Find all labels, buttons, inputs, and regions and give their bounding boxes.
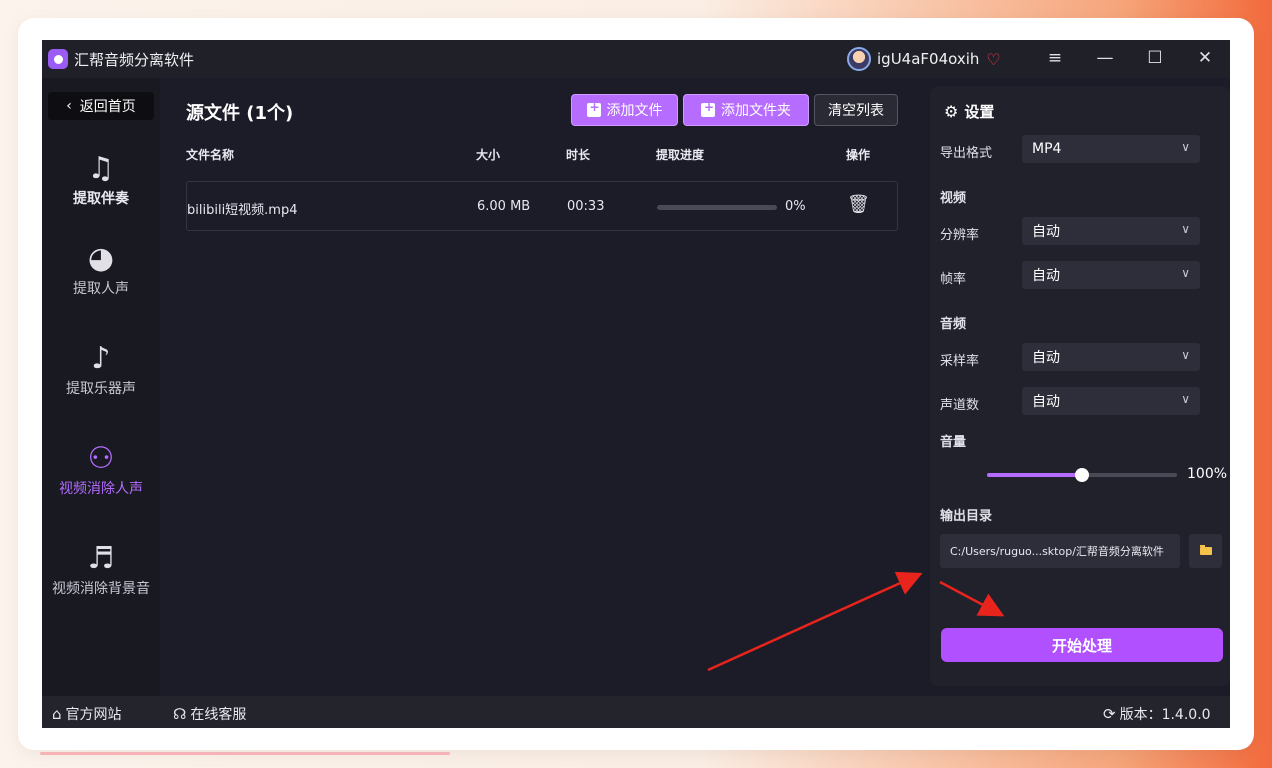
chevron-down-icon: ∨ — [1181, 140, 1190, 154]
vip-diamond-icon[interactable]: ♡ — [986, 50, 1000, 69]
channels-select[interactable]: 自动 ∨ — [1022, 387, 1200, 415]
volume-slider-fill — [987, 473, 1082, 477]
status-bar: ⌂ 官方网站 ☊ 在线客服 ⟳ 版本：1.4.0.0 — [42, 696, 1230, 728]
user-account[interactable]: igU4aF04oxih ♡ — [847, 47, 1001, 71]
decorative-line — [40, 752, 450, 755]
samplerate-select[interactable]: 自动 ∨ — [1022, 343, 1200, 371]
trash-icon[interactable]: 🗑 — [847, 194, 870, 215]
sidebar-item-extract-vocals[interactable]: ◕ 提取人声 — [42, 242, 160, 298]
volume-slider[interactable] — [987, 468, 1177, 482]
refresh-icon: ⟳ — [1103, 705, 1116, 723]
output-dir-field[interactable]: C:/Users/ruguo...sktop/汇帮音频分离软件 — [940, 534, 1180, 568]
back-home-label: 返回首页 — [79, 99, 136, 115]
maximize-button[interactable]: ☐ — [1143, 48, 1167, 68]
framerate-value: 自动 — [1032, 268, 1060, 284]
framerate-select[interactable]: 自动 ∨ — [1022, 261, 1200, 289]
start-processing-button[interactable]: 开始处理 — [941, 628, 1223, 662]
chevron-down-icon: ∨ — [1181, 222, 1190, 236]
menu-icon[interactable]: ≡ — [1043, 48, 1067, 68]
voice-icon: ◕ — [87, 241, 115, 276]
close-button[interactable]: ✕ — [1193, 48, 1217, 68]
app-title: 汇帮音频分离软件 — [74, 51, 195, 69]
file-panel: 源文件 (1个) 添加文件 添加文件夹 清空列表 文件名称 大小 时长 提取进度… — [168, 86, 908, 692]
minimize-button[interactable]: — — [1093, 48, 1117, 68]
add-file-icon — [586, 100, 601, 117]
file-size: 6.00 MB — [477, 199, 531, 214]
column-header-action: 操作 — [846, 148, 871, 162]
title-bar: 汇帮音频分离软件 igU4aF04oxih ♡ ≡ — ☐ ✕ — [42, 40, 1230, 78]
avatar[interactable] — [847, 47, 871, 71]
settings-title-label: 设置 — [964, 103, 995, 121]
music-note-icon: ♫ — [87, 151, 115, 186]
sidebar-item-remove-vocals[interactable]: ⚇ 视频消除人声 — [42, 442, 160, 498]
channels-value: 自动 — [1032, 394, 1060, 410]
export-format-value: MP4 — [1032, 141, 1062, 157]
music-mute-icon: ♬ — [87, 541, 115, 576]
browse-folder-button[interactable] — [1189, 534, 1222, 568]
file-duration: 00:33 — [567, 199, 605, 214]
user-name[interactable]: igU4aF04oxih — [877, 50, 979, 68]
chevron-down-icon: ∨ — [1181, 348, 1190, 362]
app-logo-icon — [48, 49, 68, 69]
sidebar: ‹ 返回首页 ♫ 提取伴奏 ◕ 提取人声 ♪ 提取乐器声 ⚇ 视频消除人声 ♬ … — [42, 78, 160, 696]
resolution-label: 分辨率 — [940, 228, 980, 243]
clear-list-button[interactable]: 清空列表 — [814, 94, 898, 126]
volume-slider-handle[interactable] — [1075, 468, 1089, 482]
add-file-button[interactable]: 添加文件 — [571, 94, 678, 126]
page-title: 源文件 (1个) — [186, 103, 294, 124]
sidebar-item-remove-background[interactable]: ♬ 视频消除背景音 — [42, 542, 160, 598]
user-remove-icon: ⚇ — [87, 441, 115, 476]
framerate-label: 帧率 — [940, 272, 967, 287]
video-section-title: 视频 — [940, 191, 967, 206]
settings-panel: ⚙ 设置 导出格式 MP4 ∨ 视频 分辨率 自动 ∨ 帧率 自动 ∨ 音频 采… — [930, 86, 1230, 686]
official-website-label: 官方网站 — [65, 707, 122, 723]
samplerate-label: 采样率 — [940, 354, 980, 369]
volume-value: 100% — [1187, 466, 1228, 482]
sidebar-item-label: 提取人声 — [73, 281, 129, 297]
official-website-link[interactable]: ⌂ 官方网站 — [52, 704, 122, 724]
audio-section-title: 音频 — [940, 317, 967, 332]
gear-icon: ⚙ — [944, 102, 959, 121]
sidebar-item-extract-instrument[interactable]: ♪ 提取乐器声 — [42, 342, 160, 398]
column-header-name: 文件名称 — [186, 148, 235, 162]
add-folder-button[interactable]: 添加文件夹 — [683, 94, 809, 126]
sidebar-item-label: 提取伴奏 — [73, 191, 129, 207]
guitar-icon: ♪ — [91, 341, 111, 376]
progress-text: 0% — [785, 199, 806, 214]
sidebar-item-label: 提取乐器声 — [66, 381, 136, 397]
back-home-button[interactable]: ‹ 返回首页 — [48, 92, 154, 120]
column-header-duration: 时长 — [566, 148, 591, 162]
chevron-left-icon: ‹ — [66, 98, 72, 114]
column-header-progress: 提取进度 — [656, 148, 705, 162]
table-row[interactable]: bilibili短视频.mp4 6.00 MB 00:33 0% 🗑 — [186, 181, 898, 231]
home-icon: ⌂ — [52, 705, 62, 723]
add-folder-icon — [701, 100, 715, 117]
online-support-label: 在线客服 — [190, 707, 247, 723]
sidebar-item-label: 视频消除人声 — [59, 481, 143, 497]
headset-icon: ☊ — [173, 705, 187, 723]
version-info[interactable]: ⟳ 版本：1.4.0.0 — [1103, 704, 1211, 724]
app-window: 汇帮音频分离软件 igU4aF04oxih ♡ ≡ — ☐ ✕ ‹ 返回首页 ♫… — [42, 40, 1230, 728]
file-name: bilibili短视频.mp4 — [187, 203, 298, 218]
column-header-size: 大小 — [476, 148, 501, 162]
resolution-select[interactable]: 自动 ∨ — [1022, 217, 1200, 245]
add-file-label: 添加文件 — [606, 103, 663, 119]
settings-title: ⚙ 设置 — [944, 101, 994, 122]
channels-label: 声道数 — [940, 398, 980, 413]
chevron-down-icon: ∨ — [1181, 392, 1190, 406]
folder-icon — [1199, 545, 1212, 555]
export-format-label: 导出格式 — [940, 146, 993, 161]
chevron-down-icon: ∨ — [1181, 266, 1190, 280]
volume-label: 音量 — [940, 435, 967, 450]
online-support-link[interactable]: ☊ 在线客服 — [173, 704, 246, 724]
sidebar-item-extract-accompaniment[interactable]: ♫ 提取伴奏 — [42, 152, 160, 208]
export-format-select[interactable]: MP4 ∨ — [1022, 135, 1200, 163]
progress-bar — [657, 205, 777, 210]
output-dir-label: 输出目录 — [940, 509, 993, 524]
resolution-value: 自动 — [1032, 224, 1060, 240]
sidebar-item-label: 视频消除背景音 — [52, 581, 150, 597]
version-label: 版本：1.4.0.0 — [1119, 707, 1211, 723]
samplerate-value: 自动 — [1032, 350, 1060, 366]
add-folder-label: 添加文件夹 — [721, 103, 791, 119]
